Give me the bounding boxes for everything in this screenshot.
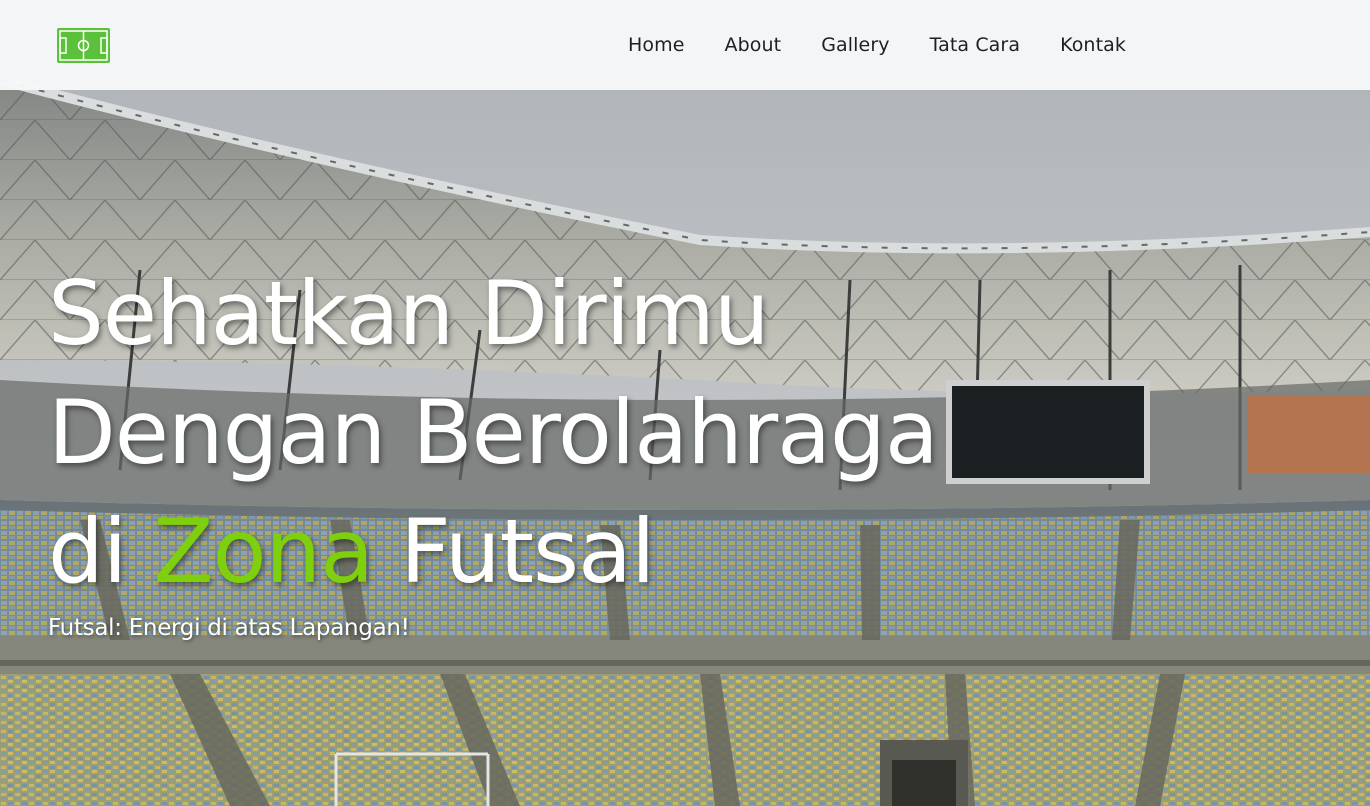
headline-highlight: Zona xyxy=(153,500,374,603)
nav-link-tata-cara[interactable]: Tata Cara xyxy=(910,34,1041,56)
headline-line-2: Dengan Berolahraga xyxy=(48,381,939,484)
nav-menu: Home About Gallery Tata Cara Kontak xyxy=(608,0,1146,90)
nav-link-home[interactable]: Home xyxy=(608,34,705,56)
navbar: Home About Gallery Tata Cara Kontak xyxy=(0,0,1370,90)
headline-prefix: di xyxy=(48,500,154,603)
nav-link-about[interactable]: About xyxy=(705,34,802,56)
hero-tagline: Futsal: Energi di atas Lapangan! xyxy=(48,615,410,641)
headline-suffix: Futsal xyxy=(373,500,655,603)
nav-link-gallery[interactable]: Gallery xyxy=(801,34,909,56)
headline-line-3: di Zona Futsal xyxy=(48,492,938,611)
hero-headline: Sehatkan Dirimu Dengan Berolahraga di Zo… xyxy=(48,254,939,611)
headline-line-1: Sehatkan Dirimu xyxy=(48,262,770,365)
nav-link-kontak[interactable]: Kontak xyxy=(1040,34,1146,56)
hero-section: Sehatkan Dirimu Dengan Berolahraga di Zo… xyxy=(48,254,939,641)
futsal-field-icon[interactable] xyxy=(57,28,110,63)
landing-page: Home About Gallery Tata Cara Kontak Seha… xyxy=(0,0,1370,806)
